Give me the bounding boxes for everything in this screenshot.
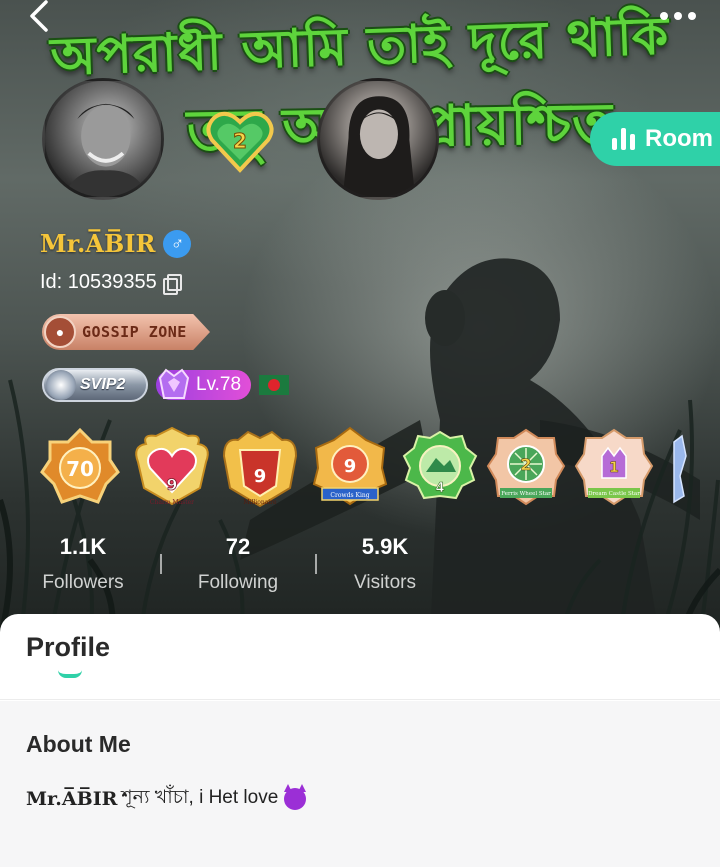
about-body: শূন্য খাঁচা, i Het love (121, 787, 279, 808)
medal-label: 1 (609, 460, 619, 476)
stat-value: 72 (225, 534, 251, 559)
room-bars-icon (612, 128, 635, 150)
medal-item[interactable]: 4 (400, 426, 480, 510)
svip-label: SVIP2 (80, 376, 126, 393)
eagle-icon (46, 370, 76, 400)
tab-bar: Profile (0, 614, 720, 700)
medal-label: 9 (166, 475, 177, 494)
medal-caption: Dream Castle Star (588, 491, 640, 497)
family-badge[interactable]: ● GOSSIP ZONE (42, 314, 210, 350)
avatar-user[interactable] (42, 78, 164, 200)
medal-item[interactable]: 9 Charm Master (132, 426, 212, 510)
svip-badge[interactable]: SVIP2 (42, 368, 148, 402)
stat-followers[interactable]: 1.1K Followers (40, 534, 126, 594)
stat-value: 5.9K (361, 534, 409, 559)
medal-wall[interactable]: 70 9 Charm Master 9 Millionaire 9 Crowds… (40, 426, 720, 512)
medal-caption: Crowds King (330, 492, 369, 499)
stat-following[interactable]: 72 Following (195, 534, 281, 594)
profile-sheet: Profile About Me Mr.A̅B̅IR শূন্য খাঁচা, … (0, 614, 720, 867)
medal-item[interactable]: 1 Dream Castle Star (574, 426, 654, 510)
avatar-face-icon (342, 96, 416, 197)
crown-gem-icon (158, 368, 190, 399)
level-badge[interactable]: Lv.78 (156, 368, 252, 400)
male-gender-icon: ♂ (163, 229, 192, 258)
medal-label: 2 (520, 455, 531, 474)
more-options-icon[interactable] (660, 8, 700, 24)
profile-header: অপরাধী আমি তাই দূরে থাকি তবু আমি প্রায়শ… (0, 0, 720, 640)
stat-divider (315, 554, 317, 574)
avatar-partner[interactable] (317, 78, 439, 200)
medal-caption: Ferris Wheel Star (501, 491, 551, 497)
badges-row: SVIP2 Lv.78 (42, 368, 290, 402)
medal-label: 4 (435, 481, 444, 496)
room-button[interactable]: Room (590, 112, 720, 166)
family-name: GOSSIP ZONE (82, 323, 187, 341)
stat-value: 1.1K (59, 534, 107, 559)
about-section: About Me Mr.A̅B̅IR শূন্য খাঁচা, i Het lo… (0, 701, 720, 867)
heart-badge-number: 2 (233, 129, 247, 153)
family-group-icon: ● (44, 316, 76, 348)
about-nick: Mr.A̅B̅IR (26, 788, 118, 810)
medal-caption: Charm Master (150, 499, 194, 506)
tab-profile[interactable]: Profile (26, 632, 110, 663)
medal-label: 9 (254, 466, 267, 487)
about-title: About Me (26, 731, 131, 757)
stat-label: Followers (42, 572, 124, 593)
about-text: Mr.A̅B̅IR শূন্য খাঁচা, i Het love (26, 783, 307, 815)
room-label: Room (645, 125, 713, 152)
stat-divider (160, 554, 162, 574)
medal-item[interactable]: 9 Crowds King (310, 426, 390, 510)
stats-row: 1.1K Followers 72 Following 5.9K Visitor… (0, 534, 720, 604)
user-id-row[interactable]: Id: 10539355 (40, 271, 182, 295)
user-id: Id: 10539355 (40, 271, 157, 293)
medal-item[interactable]: 70 (40, 426, 120, 510)
stat-label: Following (197, 572, 279, 593)
tab-active-indicator (58, 670, 82, 678)
medal-caption: Millionaire (243, 499, 277, 506)
bangladesh-flag-icon (259, 375, 290, 395)
medal-label: 70 (66, 457, 94, 481)
level-label: Lv.78 (196, 374, 242, 395)
devil-emoji-icon (284, 784, 307, 810)
stat-visitors[interactable]: 5.9K Visitors (348, 534, 422, 594)
back-arrow-icon[interactable] (22, 0, 56, 34)
avatar-face-icon (64, 103, 148, 197)
copy-icon[interactable] (162, 273, 182, 295)
medal-item[interactable]: 2 Ferris Wheel Star (486, 426, 566, 510)
medal-item-partial[interactable] (666, 426, 690, 510)
medal-item[interactable]: 9 Millionaire (220, 426, 300, 510)
heart-level-badge-icon: 2 (206, 111, 274, 173)
username-row: Mr.A̅B̅IR ♂ (40, 229, 192, 258)
stat-label: Visitors (354, 572, 416, 593)
username: Mr.A̅B̅IR (40, 229, 156, 258)
medal-label: 9 (344, 456, 357, 477)
